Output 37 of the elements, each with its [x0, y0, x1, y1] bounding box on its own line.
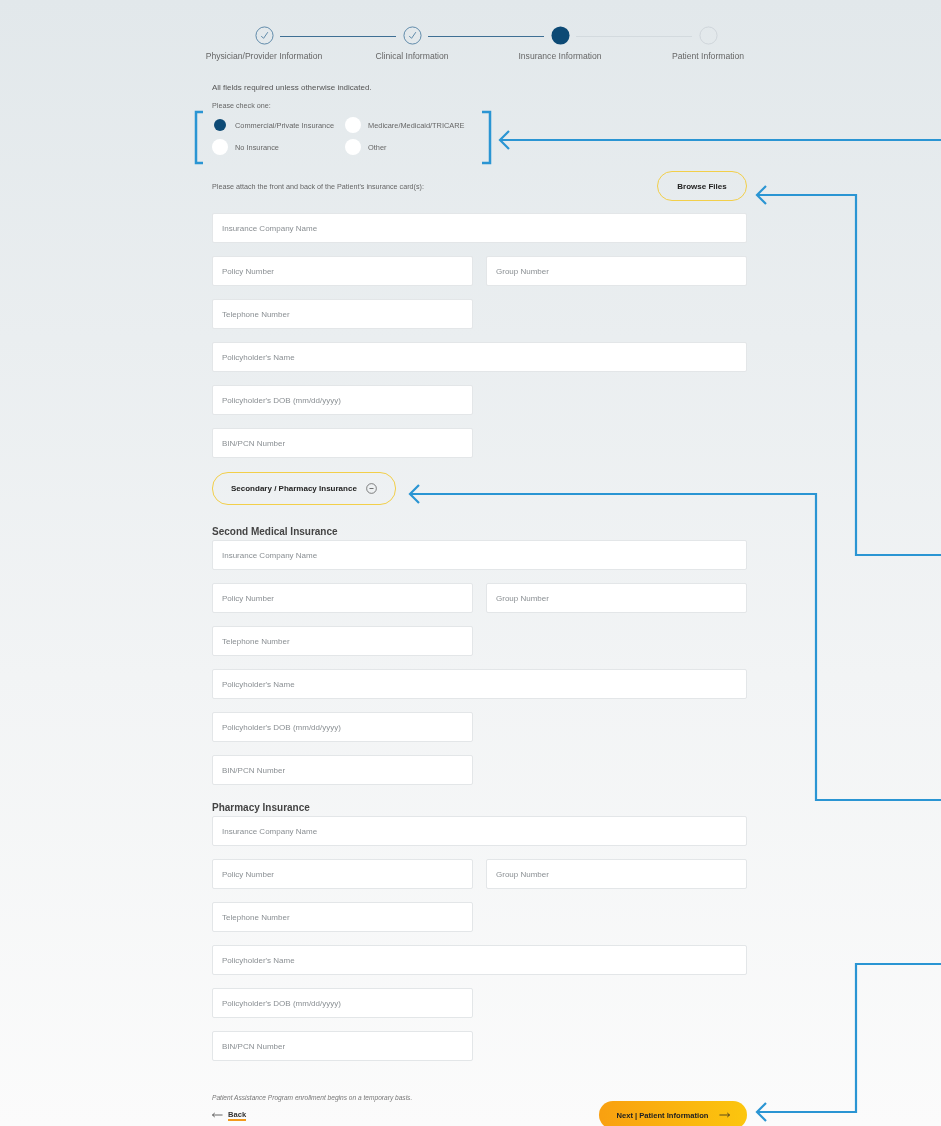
- input-field[interactable]: Policyholder's DOB (mm/dd/yyyy): [212, 385, 473, 415]
- step-label: Insurance Information: [518, 51, 602, 61]
- step-label: Physician/Provider Information: [205, 51, 323, 61]
- input-field[interactable]: Policyholder's Name: [212, 669, 747, 699]
- step-label: Patient Information: [671, 51, 745, 61]
- section-heading: Pharmacy Insurance: [212, 802, 311, 813]
- input-field[interactable]: Policyholder's DOB (mm/dd/yyyy): [212, 712, 473, 742]
- input-field[interactable]: Policy Number: [212, 859, 473, 889]
- section-heading: Second Medical Insurance: [212, 526, 339, 537]
- input-field[interactable]: Policyholder's Name: [212, 342, 747, 372]
- input-field[interactable]: Policy Number: [212, 583, 473, 613]
- input-field[interactable]: Group Number: [486, 256, 747, 286]
- input-field[interactable]: Insurance Company Name: [212, 816, 747, 846]
- input-field[interactable]: Group Number: [486, 583, 747, 613]
- input-field[interactable]: Policy Number: [212, 256, 473, 286]
- input-field[interactable]: Policyholder's Name: [212, 945, 747, 975]
- input-field[interactable]: Insurance Company Name: [212, 540, 747, 570]
- bracket-right: [482, 110, 492, 165]
- input-field[interactable]: Telephone Number: [212, 299, 473, 329]
- input-field[interactable]: BIN/PCN Number: [212, 1031, 473, 1061]
- input-field[interactable]: BIN/PCN Number: [212, 428, 473, 458]
- input-field[interactable]: Telephone Number: [212, 626, 473, 656]
- check-circle-icon: [254, 26, 274, 45]
- right-arrow-icon: [718, 1112, 730, 1118]
- input-field[interactable]: BIN/PCN Number: [212, 755, 473, 785]
- required-note: All fields required unless otherwise indicated.: [212, 83, 373, 92]
- left-arrow-icon: [212, 1112, 223, 1118]
- step-label: Clinical Information: [375, 51, 449, 61]
- secondary-insurance-toggle[interactable]: Secondary / Pharmacy Insurance: [212, 472, 396, 505]
- input-field[interactable]: Telephone Number: [212, 902, 473, 932]
- check-circle-icon: [402, 26, 422, 45]
- input-field[interactable]: Insurance Company Name: [212, 213, 747, 243]
- current-step-icon: [550, 26, 570, 45]
- input-field[interactable]: Group Number: [486, 859, 747, 889]
- bracket-left: [194, 110, 203, 165]
- minus-circle-icon: [365, 483, 377, 494]
- input-field[interactable]: Policyholder's DOB (mm/dd/yyyy): [212, 988, 473, 1018]
